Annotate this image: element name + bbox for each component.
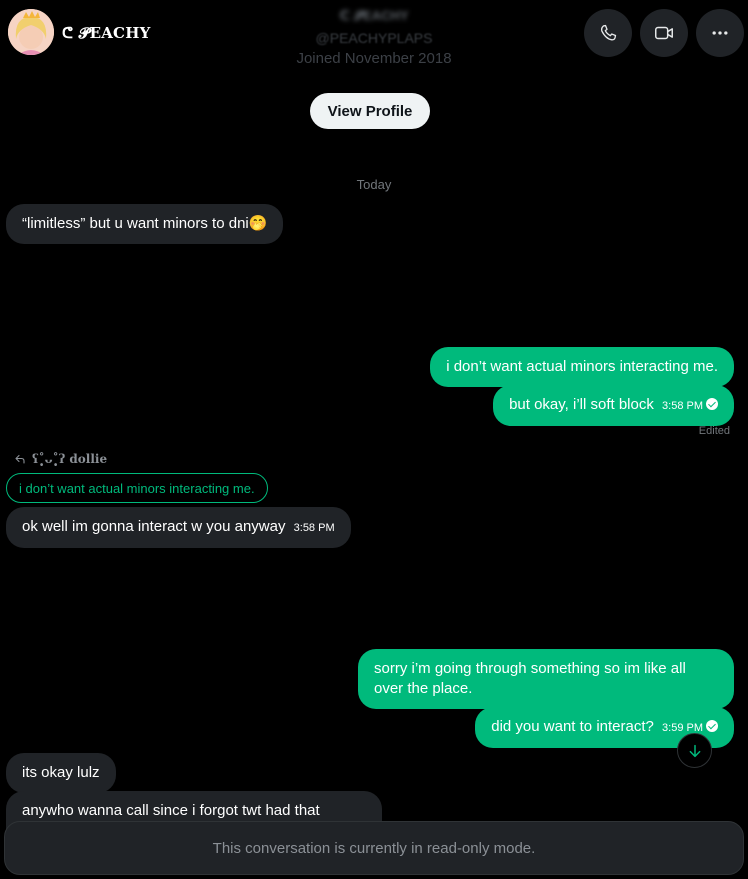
reply-arrow-icon: [15, 454, 25, 464]
view-profile-button[interactable]: View Profile: [310, 93, 430, 129]
video-call-button[interactable]: [640, 9, 688, 57]
profile-handle: @PEACHYPLAPS: [315, 30, 433, 46]
day-separator: Today: [356, 177, 392, 192]
message-outgoing[interactable]: i don’t want actual minors interacting m…: [430, 347, 734, 387]
message-text-line: over the place.: [374, 680, 473, 697]
message-text: did you want to interact?: [491, 718, 654, 735]
phone-icon: [600, 24, 617, 41]
joined-date: Joined November 2018: [296, 50, 452, 67]
read-check-icon: [706, 720, 718, 732]
message-outgoing[interactable]: sorry i’m going through something so im …: [358, 649, 734, 709]
message-incoming[interactable]: its okay lulz: [6, 753, 116, 793]
reply-quote[interactable]: i don’t want actual minors interacting m…: [6, 473, 268, 503]
more-icon: [712, 31, 728, 35]
arrow-down-icon: [689, 744, 700, 757]
message-time: 3:58 PM: [293, 522, 335, 534]
read-check-icon: [706, 398, 718, 410]
video-icon: [655, 26, 673, 40]
profile-name: ᕦ 𝓟EACHY: [339, 8, 409, 23]
readonly-notice: This conversation is currently in read-o…: [4, 821, 744, 875]
message-text-line: anywho wanna call since i forgot twt had…: [22, 802, 320, 819]
message-incoming[interactable]: “limitless” but u want minors to dni🤭: [6, 204, 284, 244]
message-text: but okay, i’ll soft block: [509, 396, 654, 413]
message-time: 3:58 PM: [662, 400, 703, 412]
scroll-to-bottom-button[interactable]: [677, 733, 712, 768]
message-text: ok well im gonna interact w you anyway: [22, 518, 286, 535]
more-button[interactable]: [696, 9, 744, 57]
message-text: “limitless” but u want minors to dni🤭: [22, 215, 268, 232]
message-text-line: sorry i’m going through something so im …: [374, 660, 686, 677]
message-incoming[interactable]: ok well im gonna interact w you anyway 3…: [6, 507, 351, 548]
message-text: i don’t want actual minors interacting m…: [446, 358, 718, 375]
message-outgoing[interactable]: but okay, i’ll soft block 3:58 PM: [493, 385, 734, 426]
reply-author: ʕ˚̣̣̥ᴗ˚̣̣̥ʔ dollie: [32, 452, 108, 466]
conversation-header: ᕦ 𝓟EACHY ᕦ 𝓟EACHY @PEACHYPLAPS Joined No…: [0, 0, 748, 140]
message-text: its okay lulz: [22, 764, 100, 781]
call-button[interactable]: [584, 9, 632, 57]
edited-label: Edited: [698, 425, 730, 437]
reply-context: ʕ˚̣̣̥ᴗ˚̣̣̥ʔ dollie: [14, 452, 107, 466]
